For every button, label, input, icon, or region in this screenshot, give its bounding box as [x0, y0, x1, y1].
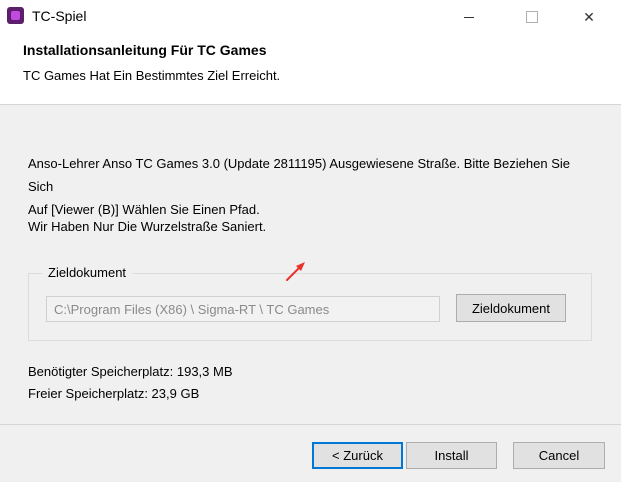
free-space-label: Freier Speicherplatz: 23,9 GB — [28, 386, 200, 401]
description-text: Anso-Lehrer Anso TC Games 3.0 (Update 28… — [28, 152, 598, 221]
page-title: Installationsanleitung Für TC Games — [23, 42, 267, 58]
minimize-button[interactable] — [446, 0, 492, 34]
required-space-label: Benötigter Speicherplatz: 193,3 MB — [28, 364, 233, 379]
page-subtitle: TC Games Hat Ein Bestimmtes Ziel Erreich… — [23, 68, 281, 83]
footer-divider — [0, 424, 621, 425]
cancel-button[interactable]: Cancel — [513, 442, 605, 469]
close-icon: ✕ — [583, 8, 595, 25]
maximize-icon — [526, 11, 538, 23]
close-button[interactable]: ✕ — [566, 0, 612, 34]
description-line-1: Anso-Lehrer Anso TC Games 3.0 (Update 28… — [28, 156, 570, 194]
maximize-button[interactable] — [509, 0, 555, 34]
description-line-2: Auf [Viewer (B)] Wählen Sie Einen Pfad. — [28, 202, 260, 217]
destination-path-input[interactable] — [46, 296, 440, 322]
destination-group-label: Zieldokument — [42, 265, 133, 280]
install-button[interactable]: Install — [406, 442, 497, 469]
minimize-icon — [464, 16, 474, 18]
description-text-2: Wir Haben Nur Die Wurzelstraße Saniert. — [28, 219, 267, 234]
back-button[interactable]: < Zurück — [312, 442, 403, 469]
browse-button[interactable]: Zieldokument — [456, 294, 566, 322]
red-arrow-icon — [286, 262, 305, 281]
app-icon — [7, 7, 24, 24]
title-bar[interactable]: TC-Spiel ✕ — [0, 0, 621, 34]
wizard-header: Installationsanleitung Für TC Games TC G… — [0, 34, 621, 105]
window-title: TC-Spiel — [32, 8, 87, 24]
